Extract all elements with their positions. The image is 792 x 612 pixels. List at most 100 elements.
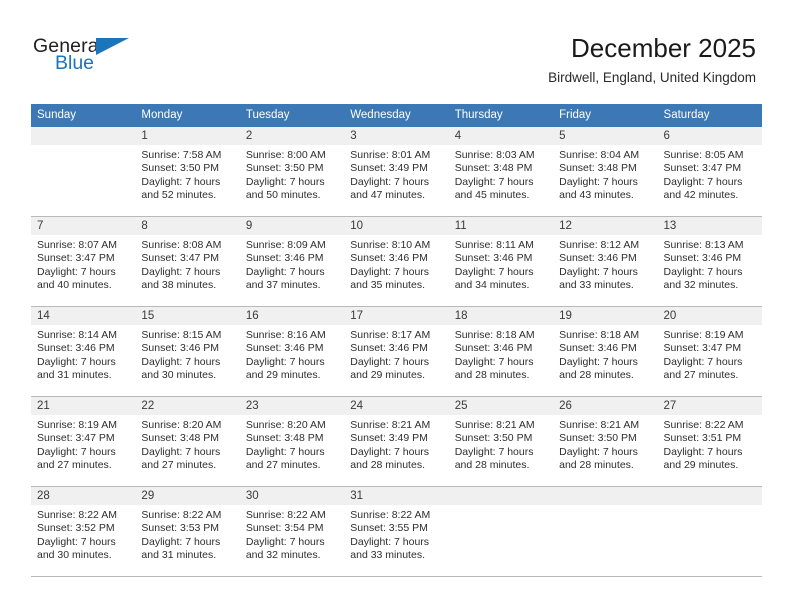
day-info-line: Daylight: 7 hours [559, 355, 638, 368]
calendar-day-cell[interactable]: 25 Sunrise: 8:21 AM Sunset: 3:50 PM Dayligh… [448, 397, 554, 486]
day-info-line: Daylight: 7 hours [245, 355, 325, 368]
calendar-day-cell[interactable]: 3 Sunrise: 8:01 AM Sunset: 3:49 PM Daylight… [344, 127, 449, 216]
calendar-day-cell[interactable]: 28 Sunrise: 8:22 AM Sunset: 3:52 PM Dayligh… [31, 487, 136, 576]
calendar-day-cell[interactable]: 27 Sunrise: 8:22 AM Sunset: 3:51 PM Dayligh… [657, 397, 762, 486]
day-info-line: Sunset: 3:50 PM [454, 432, 533, 445]
day-info-line: Sunset: 3:48 PM [454, 162, 533, 175]
day-info-line: Daylight: 7 hours [37, 355, 116, 368]
day-info-line: and 30 minutes. [37, 548, 112, 561]
day-info-line: and 35 minutes. [350, 278, 425, 291]
day-number: 18 [448, 307, 554, 325]
weekday-header-saturday: Saturday [663, 109, 710, 121]
day-sun-info: Sunrise: 7:58 AM Sunset: 3:50 PM Daylight:… [135, 145, 239, 202]
weekday-header-row: Sunday Monday Tuesday Wednesday Thursday Frid… [31, 104, 762, 127]
day-info-line: and 37 minutes. [245, 278, 321, 291]
day-info-line: Daylight: 7 hours [454, 445, 534, 458]
day-info-line: Daylight: 7 hours [37, 445, 116, 458]
day-sun-info: Sunrise: 8:14 AM Sunset: 3:46 PM Daylight:… [31, 325, 135, 382]
day-number: 7 [31, 217, 136, 235]
day-info-line: Daylight: 7 hours [141, 535, 221, 548]
day-number: 25 [448, 397, 554, 415]
calendar-day-cell[interactable]: 24 Sunrise: 8:21 AM Sunset: 3:49 PM Dayligh… [344, 397, 449, 486]
day-info-line: Sunrise: 8:14 AM [37, 329, 117, 341]
day-sun-info: Sunrise: 8:22 AM Sunset: 3:55 PM Daylight:… [344, 505, 448, 562]
day-info-line: and 28 minutes. [454, 458, 530, 471]
calendar-day-cell[interactable]: 29 Sunrise: 8:22 AM Sunset: 3:53 PM Dayligh… [135, 487, 240, 576]
day-info-line: Sunrise: 8:04 AM [559, 149, 640, 161]
day-info-line: Sunset: 3:50 PM [141, 162, 220, 175]
day-info-line: Daylight: 7 hours [663, 355, 743, 368]
brand-logo[interactable]: General Blue [33, 36, 153, 82]
calendar-day-cell[interactable]: 7 Sunrise: 8:07 AM Sunset: 3:47 PM Daylight… [31, 217, 136, 306]
day-info-line: Sunset: 3:46 PM [350, 342, 428, 355]
calendar-day-cell[interactable]: 9 Sunrise: 8:09 AM Sunset: 3:46 PM Daylight… [239, 217, 345, 306]
day-sun-info: Sunrise: 8:10 AM Sunset: 3:46 PM Daylight:… [344, 235, 448, 292]
calendar-day-cell[interactable]: 20 Sunrise: 8:19 AM Sunset: 3:47 PM Dayligh… [657, 307, 762, 396]
day-sun-info: Sunrise: 8:20 AM Sunset: 3:48 PM Daylight:… [135, 415, 239, 472]
calendar-day-cell[interactable]: 14 Sunrise: 8:14 AM Sunset: 3:46 PM Dayligh… [31, 307, 136, 396]
day-info-line: and 42 minutes. [663, 188, 739, 201]
day-info-line: Daylight: 7 hours [350, 535, 430, 548]
day-info-line: and 27 minutes. [663, 368, 739, 381]
calendar-day-cell[interactable]: 4 Sunrise: 8:03 AM Sunset: 3:48 PM Daylight… [448, 127, 554, 216]
calendar-day-cell[interactable]: 21 Sunrise: 8:19 AM Sunset: 3:47 PM Dayligh… [31, 397, 136, 486]
day-number: 12 [553, 217, 658, 235]
calendar-day-cell[interactable]: 23 Sunrise: 8:20 AM Sunset: 3:48 PM Dayligh… [239, 397, 345, 486]
day-number: 8 [135, 217, 240, 235]
day-info-line: Daylight: 7 hours [37, 265, 116, 278]
calendar-day-cell[interactable]: 18 Sunrise: 8:18 AM Sunset: 3:46 PM Dayligh… [448, 307, 554, 396]
day-info-line: Sunrise: 8:15 AM [141, 329, 222, 341]
day-info-line: and 29 minutes. [350, 368, 425, 381]
day-info-line: Sunrise: 8:16 AM [245, 329, 326, 341]
calendar-day-cell[interactable]: 12 Sunrise: 8:12 AM Sunset: 3:46 PM Dayligh… [553, 217, 658, 306]
day-info-line: Sunset: 3:47 PM [37, 432, 115, 445]
day-number: 17 [344, 307, 449, 325]
calendar-day-cell[interactable]: 31 Sunrise: 8:22 AM Sunset: 3:55 PM Dayligh… [344, 487, 449, 576]
calendar-day-cell[interactable]: 11 Sunrise: 8:11 AM Sunset: 3:46 PM Dayligh… [448, 217, 554, 306]
calendar-day-cell[interactable]: 30 Sunrise: 8:22 AM Sunset: 3:54 PM Dayligh… [239, 487, 345, 576]
day-info-line: Sunset: 3:54 PM [245, 522, 324, 535]
day-info-line: Sunrise: 8:17 AM [350, 329, 431, 341]
day-info-line: and 29 minutes. [245, 368, 321, 381]
calendar-day-cell[interactable]: 22 Sunrise: 8:20 AM Sunset: 3:48 PM Dayligh… [135, 397, 240, 486]
day-info-line: and 29 minutes. [663, 458, 739, 471]
day-info-line: Sunset: 3:46 PM [454, 342, 533, 355]
day-sun-info: Sunrise: 8:12 AM Sunset: 3:46 PM Daylight:… [553, 235, 657, 292]
day-info-line: Sunrise: 8:19 AM [663, 329, 744, 341]
calendar-day-cell[interactable]: 15 Sunrise: 8:15 AM Sunset: 3:46 PM Dayligh… [135, 307, 240, 396]
day-info-line: Sunrise: 8:00 AM [245, 149, 326, 161]
day-info-line: Sunrise: 8:21 AM [350, 419, 431, 431]
calendar-day-cell[interactable]: 16 Sunrise: 8:16 AM Sunset: 3:46 PM Dayligh… [239, 307, 345, 396]
calendar-day-cell[interactable]: 8 Sunrise: 8:08 AM Sunset: 3:47 PM Daylight… [135, 217, 240, 306]
day-sun-info: Sunrise: 8:22 AM Sunset: 3:52 PM Daylight:… [31, 505, 135, 562]
calendar-day-cell[interactable]: 6 Sunrise: 8:05 AM Sunset: 3:47 PM Daylight… [657, 127, 762, 216]
day-info-line: Daylight: 7 hours [245, 535, 325, 548]
calendar-day-cell[interactable]: 26 Sunrise: 8:21 AM Sunset: 3:50 PM Dayligh… [553, 397, 658, 486]
day-info-line: Daylight: 7 hours [663, 265, 743, 278]
day-info-line: Sunrise: 8:18 AM [559, 329, 640, 341]
calendar-week-row: 14 Sunrise: 8:14 AM Sunset: 3:46 PM Dayligh… [31, 307, 762, 397]
calendar-day-cell[interactable]: 5 Sunrise: 8:04 AM Sunset: 3:48 PM Daylight… [553, 127, 658, 216]
calendar-day-cell[interactable]: 19 Sunrise: 8:18 AM Sunset: 3:46 PM Dayligh… [553, 307, 658, 396]
day-number: 19 [553, 307, 658, 325]
day-info-line: and 32 minutes. [663, 278, 739, 291]
calendar-day-cell[interactable]: 1 Sunrise: 7:58 AM Sunset: 3:50 PM Daylight… [135, 127, 240, 216]
day-info-line: Daylight: 7 hours [350, 265, 430, 278]
day-sun-info: Sunrise: 8:21 AM Sunset: 3:49 PM Daylight:… [344, 415, 448, 472]
day-sun-info: Sunrise: 8:18 AM Sunset: 3:46 PM Daylight:… [553, 325, 657, 382]
day-number: 15 [135, 307, 240, 325]
calendar-day-cell[interactable]: 13 Sunrise: 8:13 AM Sunset: 3:46 PM Dayligh… [657, 217, 762, 306]
calendar-day-cell[interactable]: 2 Sunrise: 8:00 AM Sunset: 3:50 PM Daylight… [239, 127, 345, 216]
day-number: 24 [344, 397, 449, 415]
day-number: 10 [344, 217, 449, 235]
day-sun-info: Sunrise: 8:22 AM Sunset: 3:54 PM Daylight:… [240, 505, 344, 562]
day-info-line: Daylight: 7 hours [559, 445, 638, 458]
day-info-line: and 40 minutes. [37, 278, 112, 291]
calendar-day-cell[interactable]: 10 Sunrise: 8:10 AM Sunset: 3:46 PM Dayligh… [344, 217, 449, 306]
day-sun-info: Sunrise: 8:22 AM Sunset: 3:53 PM Daylight:… [135, 505, 239, 562]
day-info-line: Sunset: 3:47 PM [141, 252, 220, 265]
day-info-line: Daylight: 7 hours [141, 175, 221, 188]
day-sun-info: Sunrise: 8:19 AM Sunset: 3:47 PM Daylight:… [658, 325, 762, 382]
day-info-line: Sunrise: 8:21 AM [454, 419, 535, 431]
calendar-day-cell[interactable]: 17 Sunrise: 8:17 AM Sunset: 3:46 PM Dayligh… [344, 307, 449, 396]
